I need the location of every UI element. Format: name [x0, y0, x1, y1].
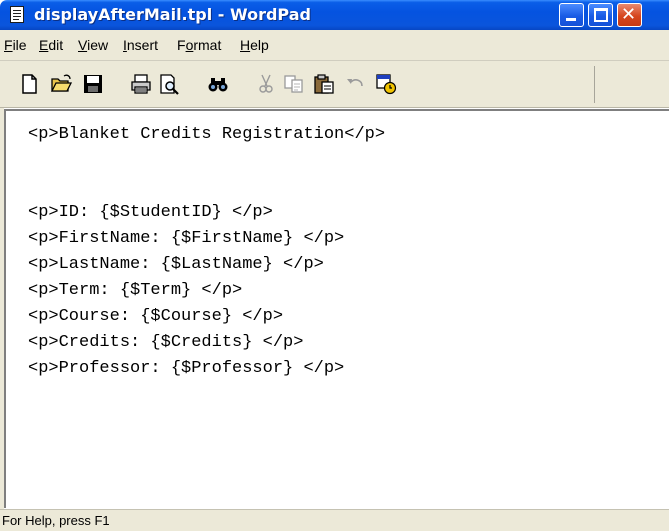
print-icon[interactable]	[130, 73, 152, 95]
open-icon[interactable]	[50, 73, 72, 95]
paste-icon[interactable]	[313, 73, 335, 95]
document-line: <p>Professor: {$Professor} </p>	[28, 359, 345, 378]
document-line: <p>Blanket Credits Registration</p>	[28, 125, 386, 144]
document-line: <p>Credits: {$Credits} </p>	[28, 333, 304, 352]
undo-icon[interactable]	[344, 73, 366, 95]
cut-icon[interactable]	[255, 73, 277, 95]
close-icon: ✕	[621, 4, 637, 25]
minimize-icon	[566, 18, 576, 21]
new-icon[interactable]	[18, 73, 40, 95]
menu-insert[interactable]: Insert	[123, 37, 158, 53]
menu-edit[interactable]: Edit	[39, 37, 63, 53]
document-line: <p>Term: {$Term} </p>	[28, 281, 243, 300]
maximize-icon	[594, 8, 608, 22]
menu-view[interactable]: View	[78, 37, 108, 53]
status-bar: For Help, press F1	[0, 509, 669, 531]
menu-format[interactable]: Format	[177, 37, 221, 53]
toolbar-separator	[594, 66, 595, 103]
maximize-button[interactable]	[588, 3, 613, 27]
wordpad-document-icon[interactable]	[10, 6, 24, 23]
window-title: displayAfterMail.tpl - WordPad	[34, 5, 311, 24]
find-icon[interactable]	[207, 73, 229, 95]
print-preview-icon[interactable]	[158, 73, 180, 95]
save-icon[interactable]	[82, 73, 104, 95]
close-button[interactable]: ✕	[617, 3, 642, 27]
menu-file[interactable]: File	[4, 37, 27, 53]
document-line: <p>LastName: {$LastName} </p>	[28, 255, 324, 274]
copy-icon[interactable]	[283, 73, 305, 95]
menu-help[interactable]: Help	[240, 37, 269, 53]
status-text: For Help, press F1	[2, 513, 110, 528]
menu-bar: File Edit View Insert Format Help	[0, 30, 669, 61]
document-line: <p>FirstName: {$FirstName} </p>	[28, 229, 345, 248]
minimize-button[interactable]	[559, 3, 584, 27]
date-time-icon[interactable]	[375, 73, 397, 95]
document-editor[interactable]: <p>Blanket Credits Registration</p> <p>I…	[4, 109, 669, 508]
title-bar[interactable]: displayAfterMail.tpl - WordPad ✕	[0, 0, 669, 30]
toolbar	[0, 61, 669, 108]
document-line: <p>Course: {$Course} </p>	[28, 307, 284, 326]
document-line: <p>ID: {$StudentID} </p>	[28, 203, 273, 222]
